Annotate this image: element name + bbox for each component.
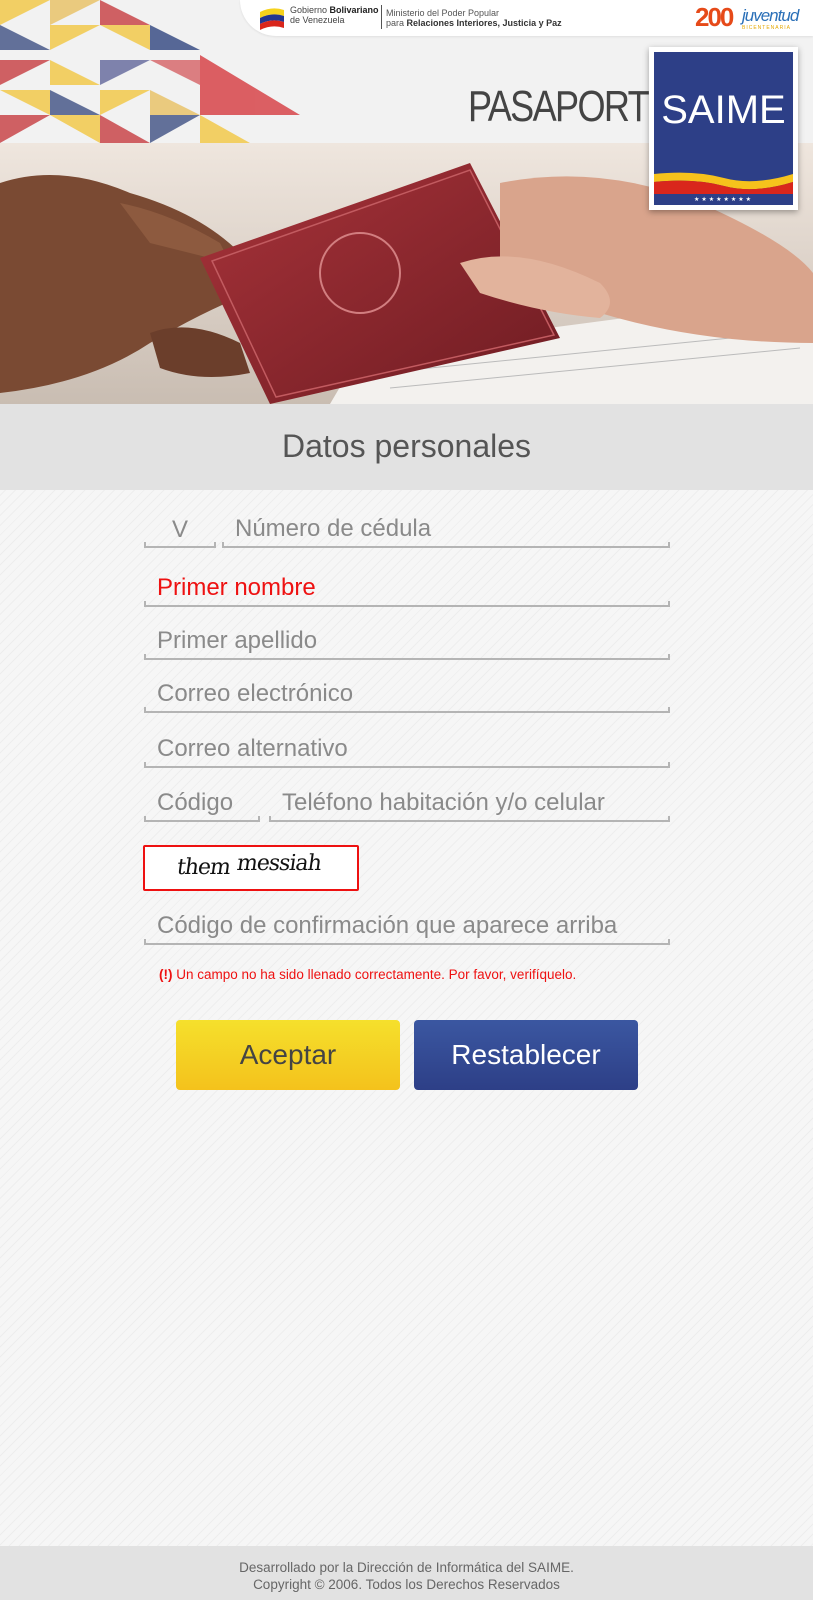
accept-button[interactable]: Aceptar — [176, 1020, 400, 1090]
captcha-word-1: them — [175, 855, 232, 880]
last-name-field[interactable] — [144, 624, 670, 660]
captcha-image: them messiah — [143, 845, 359, 891]
reset-button[interactable]: Restablecer — [414, 1020, 638, 1090]
cedula-input[interactable] — [222, 512, 670, 546]
phone-input[interactable] — [269, 786, 670, 820]
error-icon: (!) — [159, 967, 173, 982]
validation-error-message: (!) Un campo no ha sido llenado correcta… — [159, 967, 576, 982]
first-name-field[interactable] — [144, 571, 670, 607]
government-divider — [381, 5, 382, 29]
email-field[interactable] — [144, 677, 670, 713]
juventud-logo-subtext: BICENTENARIA — [742, 25, 791, 31]
first-name-input[interactable] — [144, 571, 670, 605]
venezuela-flag-icon — [260, 8, 284, 30]
error-text: Un campo no ha sido llenado correctament… — [172, 967, 577, 982]
captcha-word-2: messiah — [235, 851, 323, 876]
section-title: Datos personales — [281, 428, 532, 464]
saime-stars-icon: ★★★★★★★★ — [694, 197, 754, 203]
government-label: Gobierno Bolivariano de Venezuela — [290, 5, 379, 25]
captcha-input[interactable] — [144, 909, 670, 943]
ministry-label: Ministerio del Poder Popular para Relaci… — [386, 8, 562, 28]
nationality-select[interactable]: V — [144, 512, 216, 548]
flag-band-icon — [654, 172, 793, 194]
email-input[interactable] — [144, 677, 670, 711]
header-banner: Gobierno Bolivariano de Venezuela Minist… — [0, 0, 813, 404]
banner-title: PASAPORTE — [468, 82, 672, 131]
footer: Desarrollado por la Dirección de Informá… — [0, 1546, 813, 1600]
alt-email-field[interactable] — [144, 732, 670, 768]
saime-logo-text: SAIME — [661, 88, 786, 132]
phone-field[interactable] — [269, 786, 670, 822]
area-code-input[interactable] — [144, 786, 260, 820]
captcha-field[interactable] — [144, 909, 670, 945]
last-name-input[interactable] — [144, 624, 670, 658]
footer-credits: Desarrollado por la Dirección de Informá… — [239, 1560, 574, 1575]
saime-logo: SAIME ★★★★★★★★ — [649, 47, 798, 210]
section-header: Datos personales — [0, 404, 813, 490]
bicentenario-logo-number: 200 — [695, 2, 734, 32]
area-code-field[interactable] — [144, 786, 260, 822]
nationality-select-control[interactable]: V — [144, 512, 216, 546]
alt-email-input[interactable] — [144, 732, 670, 766]
cedula-field[interactable] — [222, 512, 670, 548]
juventud-logo-text: juventud — [742, 6, 799, 25]
footer-copyright: Copyright © 2006. Todos los Derechos Res… — [253, 1577, 560, 1592]
